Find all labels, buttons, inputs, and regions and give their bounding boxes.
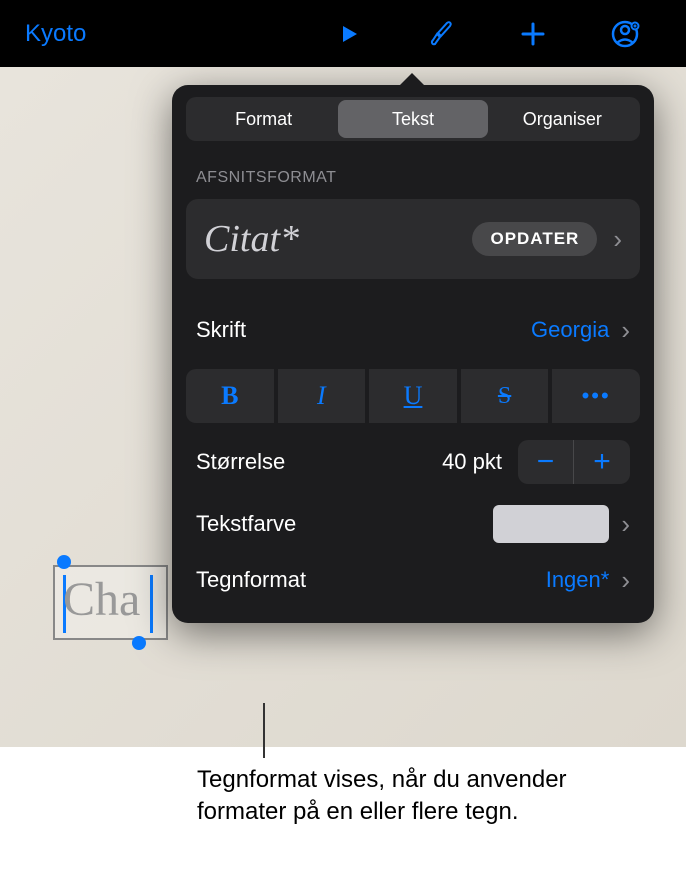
size-value: 40 pkt [442,449,502,475]
callout-text: Tegnformat vises, når du anvender format… [197,764,577,829]
text-color-row[interactable]: Tekstfarve › [172,493,654,555]
bold-button[interactable]: B [186,369,274,423]
chevron-right-icon: › [613,224,622,255]
char-format-row[interactable]: Tegnformat Ingen* › [172,555,654,623]
more-options-button[interactable]: ••• [552,369,640,423]
chevron-right-icon: › [621,315,630,346]
font-style-buttons: B I U S ••• [186,369,640,423]
tab-segment: Format Tekst Organiser [186,97,640,141]
collaborate-icon[interactable] [609,18,641,50]
strikethrough-button[interactable]: S [461,369,549,423]
style-name: Citat* [204,217,299,261]
char-format-value: Ingen* [546,567,610,593]
toolbar-actions [333,18,641,50]
font-row[interactable]: Skrift Georgia › [172,299,654,361]
paragraph-style-row[interactable]: Citat* OPDATER › [186,199,640,279]
size-stepper: − + [518,440,630,484]
text-color-label: Tekstfarve [196,511,296,537]
text-color-value-group: › [493,505,630,543]
document-title[interactable]: Kyoto [25,20,86,48]
popover-arrow [398,73,426,87]
update-button[interactable]: OPDATER [472,222,597,256]
tab-text[interactable]: Tekst [338,100,487,138]
format-popover: Format Tekst Organiser AFSNITSFORMAT Cit… [172,85,654,623]
callout-line [263,703,265,758]
chevron-right-icon: › [621,565,630,596]
selection-handle-bottom[interactable] [132,636,146,650]
tab-organize[interactable]: Organiser [488,100,637,138]
char-format-label: Tegnformat [196,567,306,593]
chevron-right-icon: › [621,509,630,540]
size-row: Størrelse 40 pkt − + [172,431,654,493]
size-decrease-button[interactable]: − [518,440,574,484]
selected-text-box[interactable]: Cha [53,565,168,640]
size-label: Størrelse [196,449,285,475]
font-value: Georgia [531,317,609,343]
paragraph-format-label: AFSNITSFORMAT [172,141,654,199]
app-toolbar: Kyoto [0,0,686,67]
selected-text: Cha [55,567,166,632]
italic-button[interactable]: I [278,369,366,423]
tab-format[interactable]: Format [189,100,338,138]
underline-button[interactable]: U [369,369,457,423]
format-brush-icon[interactable] [425,18,457,50]
size-increase-button[interactable]: + [574,440,630,484]
style-row-right: OPDATER › [472,222,622,256]
font-value-group: Georgia › [531,315,630,346]
color-swatch[interactable] [493,505,609,543]
add-icon[interactable] [517,18,549,50]
size-controls: 40 pkt − + [442,440,630,484]
font-label: Skrift [196,317,246,343]
char-format-value-group: Ingen* › [546,565,630,596]
play-icon[interactable] [333,18,365,50]
